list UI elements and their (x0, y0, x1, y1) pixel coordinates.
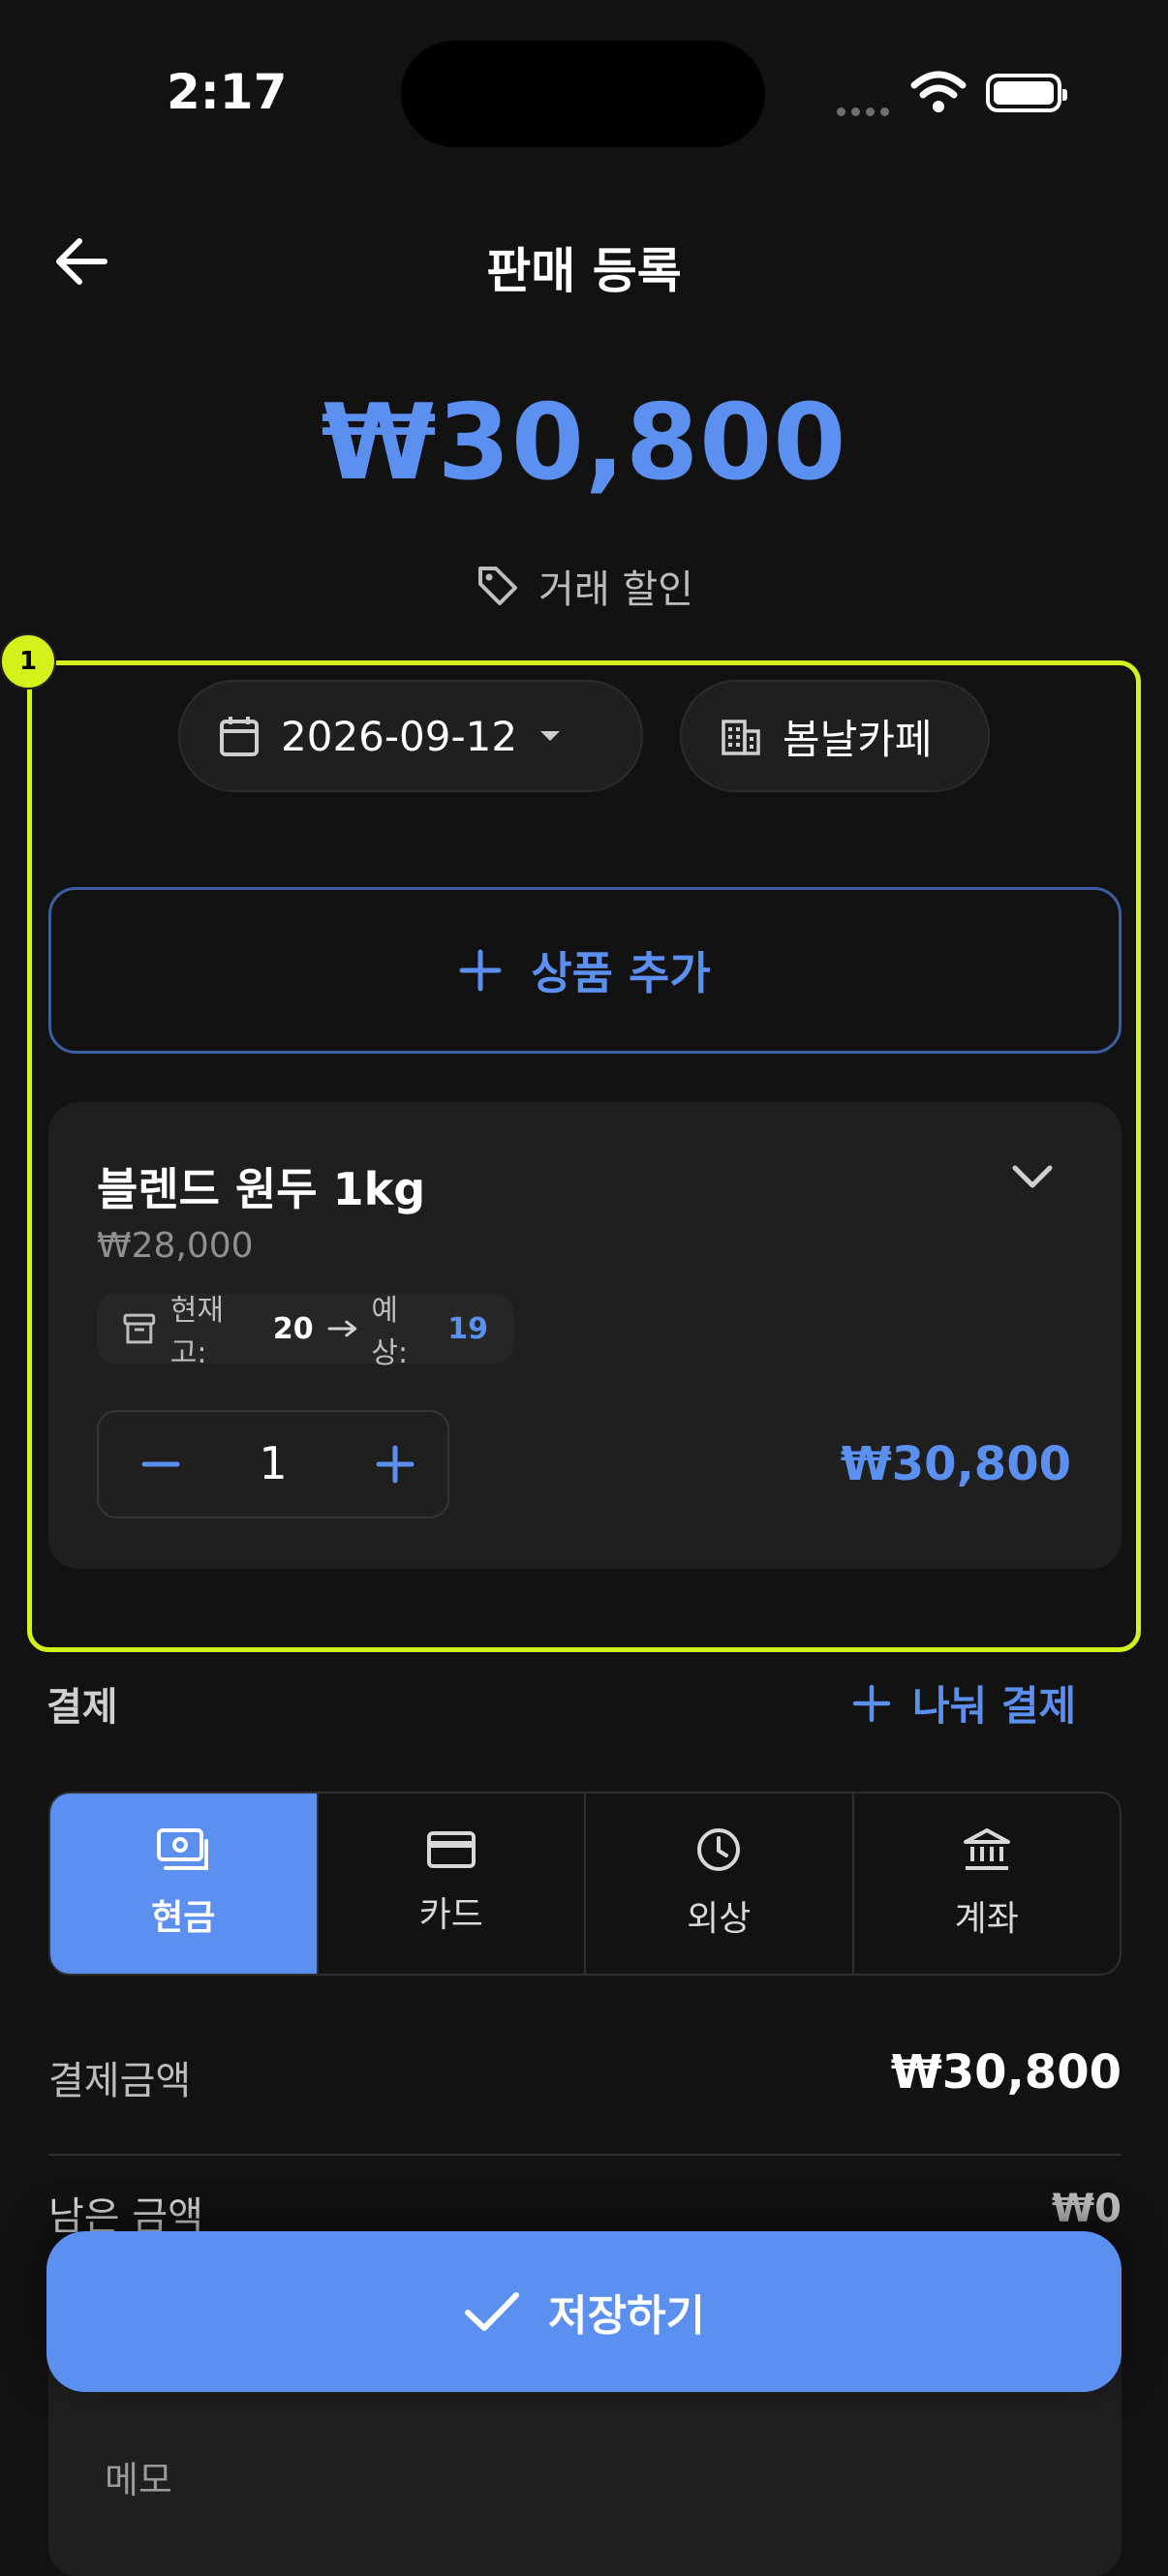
divider (48, 2154, 1122, 2156)
date-picker[interactable]: 2026-09-12 (178, 680, 643, 792)
payment-amount-value: ₩30,800 (890, 2045, 1122, 2100)
dynamic-island (401, 41, 765, 147)
page-title: 판매 등록 (486, 243, 682, 299)
check-icon (465, 2292, 520, 2331)
wifi-icon (910, 70, 967, 118)
store-name: 봄날카페 (783, 715, 933, 763)
bank-icon (963, 1828, 1010, 1870)
save-button[interactable]: 저장하기 (46, 2231, 1122, 2392)
increase-quantity-button[interactable] (360, 1429, 430, 1499)
quantity-value: 1 (259, 1437, 288, 1489)
split-payment-label: 나눠 결제 (912, 1682, 1077, 1730)
product-name: 블렌드 원두 1kg (97, 1163, 426, 1215)
card-icon (426, 1831, 476, 1868)
cash-icon (157, 1828, 209, 1870)
save-label: 저장하기 (548, 2291, 705, 2341)
arrow-right-icon (327, 1320, 356, 1337)
payment-method-credit[interactable]: 외상 (586, 1794, 854, 1974)
payment-method-cash[interactable]: 현금 (50, 1794, 319, 1974)
store-selector[interactable]: 봄날카페 (680, 680, 990, 792)
minus-icon (141, 1461, 180, 1467)
discount-label: 거래 할인 (538, 567, 693, 612)
discount-button[interactable]: 거래 할인 (0, 558, 1168, 614)
archive-icon (123, 1313, 156, 1344)
status-time: 2:17 (167, 64, 288, 120)
remaining-amount-value: ₩0 (1052, 2187, 1122, 2231)
memo-label: 메모 (105, 2459, 172, 2501)
expand-button[interactable] (1011, 1162, 1054, 1195)
tag-icon (478, 567, 518, 605)
battery-icon (986, 74, 1067, 112)
product-unit-price: ₩28,000 (97, 1226, 254, 1266)
payment-method-account[interactable]: 계좌 (854, 1794, 1121, 1974)
split-payment-button[interactable]: 나눠 결제 (852, 1673, 1076, 1733)
payment-method-label: 계좌 (954, 1899, 1019, 1939)
highlight-badge: 1 (0, 633, 56, 690)
plus-icon (376, 1445, 415, 1484)
clock-icon (697, 1828, 741, 1871)
calendar-icon (220, 717, 259, 756)
payment-method-card[interactable]: 카드 (319, 1794, 586, 1974)
stock-label: 현재고: (169, 1294, 224, 1370)
line-total: ₩30,800 (840, 1437, 1071, 1491)
building-icon (722, 720, 760, 755)
date-value: 2026-09-12 (281, 712, 518, 760)
add-product-label: 상품 추가 (531, 947, 711, 999)
stock-indicator: 현재고: 20 예상: 19 (97, 1294, 513, 1370)
caret-down-icon (540, 731, 561, 741)
stock-current: 20 (272, 1311, 314, 1346)
stock-expected: 19 (447, 1311, 488, 1346)
payment-title: 결제 (46, 1685, 118, 1730)
total-amount: ₩30,800 (321, 383, 847, 504)
plus-icon (852, 1684, 891, 1722)
payment-method-label: 외상 (687, 1899, 752, 1939)
payment-method-label: 카드 (418, 1895, 483, 1935)
decrease-quantity-button[interactable] (126, 1429, 196, 1499)
signal-icon (837, 102, 895, 120)
plus-icon (459, 949, 502, 992)
payment-method-label: 현금 (151, 1898, 216, 1938)
payment-method-selector: 현금 카드 외상 계좌 (48, 1792, 1122, 1976)
add-product-button[interactable]: 상품 추가 (48, 887, 1122, 1054)
stock-expected-label: 예상: (371, 1294, 409, 1370)
chevron-down-icon (1012, 1165, 1053, 1188)
payment-amount-label: 결제금액 (48, 2059, 192, 2103)
